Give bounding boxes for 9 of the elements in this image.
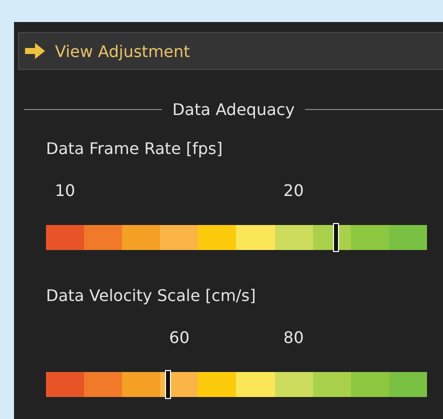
arrow-icon bbox=[25, 43, 45, 59]
header-title: View Adjustment bbox=[55, 42, 190, 60]
scale-label: Data Velocity Scale [cm/s] bbox=[46, 286, 257, 305]
tick-label: 10 bbox=[54, 181, 76, 202]
tick-label: 80 bbox=[283, 328, 304, 349]
section-title: Data Adequacy bbox=[172, 100, 295, 119]
tick-label: 20 bbox=[283, 181, 304, 202]
tick-label: 60 bbox=[169, 328, 190, 349]
scale-label: Data Frame Rate [fps] bbox=[46, 139, 224, 158]
